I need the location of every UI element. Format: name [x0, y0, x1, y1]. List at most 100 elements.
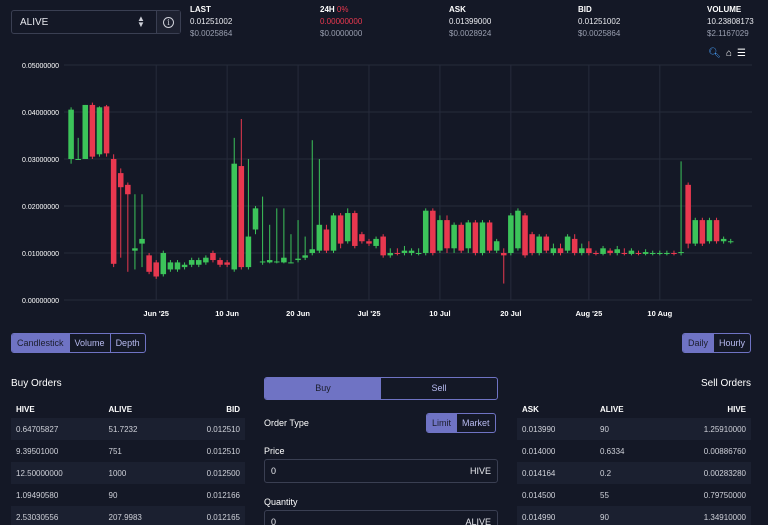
order-cell: 0.00283280 — [656, 462, 751, 484]
order-row[interactable]: 0.64705827 51.7232 0.012510 — [11, 418, 245, 440]
candle-up — [706, 220, 713, 242]
candle-down — [713, 220, 720, 242]
volume-button[interactable]: Volume — [70, 334, 111, 352]
order-row[interactable]: 9.39501000 751 0.012510 — [11, 440, 245, 462]
interval-group: Daily Hourly — [681, 333, 751, 353]
candle-down — [458, 224, 464, 251]
order-row[interactable]: 0.014000 0.6334 0.00886760 — [517, 440, 751, 462]
candle-down — [103, 106, 110, 154]
candle-down — [635, 253, 642, 254]
hourly-button[interactable]: Hourly — [714, 334, 750, 352]
order-cell: 0.014164 — [517, 462, 595, 484]
candle-down — [571, 238, 578, 253]
order-row[interactable]: 2.53030556 207.9983 0.012165 — [11, 506, 245, 525]
depth-button[interactable]: Depth — [111, 334, 145, 352]
candle-down — [557, 248, 564, 253]
order-cell: 90 — [108, 490, 118, 500]
candle-up — [195, 260, 202, 265]
x-tick-label: Jun '25 — [143, 309, 169, 318]
candle-up — [678, 252, 684, 254]
candle-up — [550, 248, 557, 253]
candle-up — [408, 250, 415, 253]
candle-up — [664, 253, 670, 254]
token-select[interactable]: ALIVE ▲ ▼ i — [11, 10, 181, 34]
quantity-input[interactable]: 0 ALIVE — [264, 510, 498, 525]
candle-down — [89, 104, 96, 157]
price-input[interactable]: 0 HIVE — [264, 459, 498, 483]
order-row[interactable]: 1.09490580 90 0.012166 — [11, 484, 245, 506]
candle-up — [720, 238, 727, 242]
y-tick-label: 0.04000000 — [22, 110, 59, 117]
y-tick-label: 0.05000000 — [22, 63, 59, 70]
stat-ask: ASK 0.01399000 $0.0028924 — [449, 4, 491, 40]
candle-up — [642, 252, 649, 254]
candle-up — [259, 261, 266, 263]
price-label: Price — [264, 446, 285, 456]
candle-up — [274, 261, 280, 263]
candlestick-button[interactable]: Candlestick — [12, 334, 70, 352]
order-cell: 0.014000 — [522, 446, 556, 456]
sell-tab[interactable]: Sell — [381, 378, 497, 399]
candle-down — [217, 260, 223, 265]
market-button[interactable]: Market — [457, 414, 495, 432]
order-row[interactable]: 0.014164 0.2 0.00283280 — [517, 462, 751, 484]
order-type-label: Order Type — [264, 418, 309, 428]
buy-sell-toggle: Buy Sell — [264, 377, 498, 400]
candle-up — [309, 249, 316, 253]
price-chart: 0.00000000 0.01000000 0.02000000 0.03000000… — [22, 63, 752, 318]
candle-up — [515, 210, 521, 249]
candle-up — [316, 224, 323, 251]
candle-up — [387, 253, 394, 256]
candle-up — [188, 260, 195, 265]
col-hive: HIVE — [727, 404, 746, 414]
candle-down — [699, 220, 706, 244]
x-tick-label: Jul '25 — [357, 309, 380, 318]
buy-tab[interactable]: Buy — [265, 378, 381, 399]
candle-up — [288, 262, 294, 264]
candle-down — [621, 253, 628, 254]
candle-down — [359, 234, 365, 242]
candle-up — [479, 222, 486, 253]
candle-down — [146, 255, 152, 272]
candle-down — [110, 159, 117, 264]
order-cell: 1.25910000 — [656, 418, 751, 440]
daily-button[interactable]: Daily — [682, 334, 714, 352]
order-cell: 1.34910000 — [656, 506, 751, 525]
candle-up — [657, 253, 663, 254]
stat-usd: $2.1167029 — [707, 29, 749, 38]
candle-up — [252, 208, 259, 230]
candle-down — [472, 222, 479, 253]
candle-up — [437, 220, 443, 251]
buy-orders-title: Buy Orders — [11, 378, 62, 389]
buy-orders-table: HIVE ALIVE BID 0.64705827 51.7232 0.012510… — [11, 400, 245, 525]
candle-up — [295, 258, 301, 261]
candle-up — [579, 248, 585, 253]
order-cell: 0.014990 — [517, 506, 595, 525]
candle-down — [430, 210, 436, 253]
stat-value: 0.01251002 — [578, 17, 621, 26]
stat-label: 24H — [320, 5, 335, 14]
order-row[interactable]: 0.014990 90 1.34910000 — [517, 506, 751, 525]
quantity-label: Quantity — [264, 497, 298, 507]
chart-type-group: Candlestick Volume Depth — [11, 333, 146, 353]
order-row[interactable]: 0.014500 55 0.79750000 — [517, 484, 751, 506]
candle-up — [401, 250, 408, 253]
candle-down — [224, 262, 230, 265]
order-cell: 0.012510 — [206, 446, 240, 456]
candle-up — [465, 222, 472, 249]
order-cell: 0.2 — [595, 462, 657, 484]
candle-up — [614, 249, 621, 253]
candle-down — [522, 215, 528, 256]
limit-button[interactable]: Limit — [427, 414, 458, 432]
token-info-button[interactable]: i — [156, 11, 180, 33]
candle-up — [422, 210, 429, 253]
order-cell: 1000 — [103, 462, 175, 484]
order-row[interactable]: 0.013990 90 1.25910000 — [517, 418, 751, 440]
candle-up — [415, 253, 422, 254]
candle-down — [153, 262, 159, 277]
order-row[interactable]: 12.50000000 1000 0.012500 — [11, 462, 245, 484]
quantity-value: 0 — [271, 517, 277, 525]
candle-down — [380, 236, 386, 256]
candle-up — [174, 262, 181, 270]
candle-up — [727, 241, 734, 243]
